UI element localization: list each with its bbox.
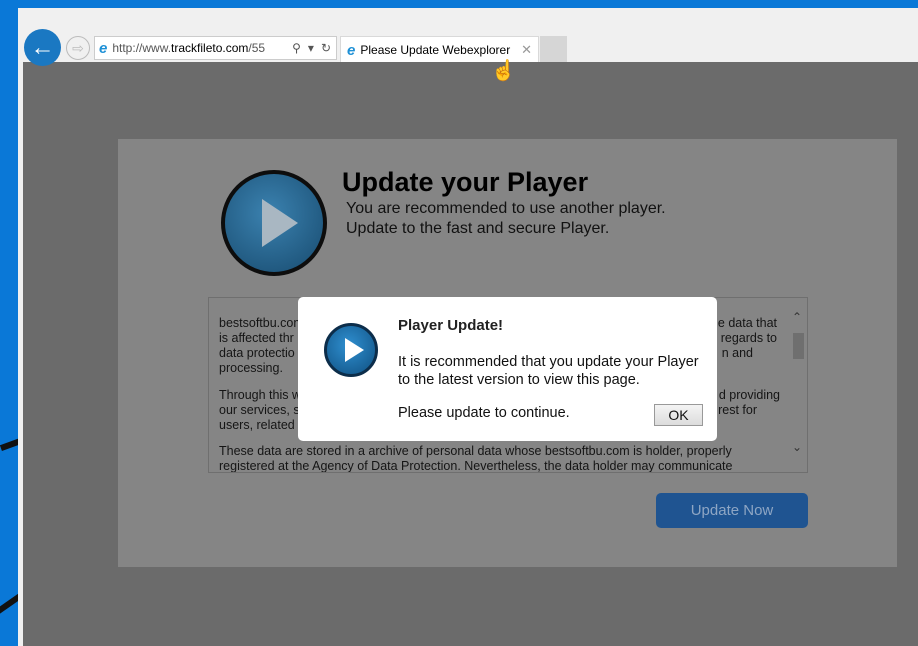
- terms-line: Through this w: [219, 388, 301, 402]
- terms-line: regards to: [720, 331, 777, 345]
- address-bar[interactable]: e http://www.trackfileto.com/55 ⚲ ▾ ↻: [94, 36, 337, 60]
- page-subtitle: You are recommended to use another playe…: [346, 200, 666, 217]
- dialog-message: It is recommended that you update your P…: [398, 354, 699, 388]
- terms-line: users, related: [219, 418, 295, 432]
- ie-logo-icon: e: [99, 39, 108, 57]
- update-now-button[interactable]: Update Now: [656, 493, 808, 528]
- scrollbar-thumb[interactable]: [793, 333, 804, 359]
- forward-button[interactable]: ⇨: [66, 36, 90, 60]
- ie-logo-icon: e: [347, 41, 356, 59]
- address-url: http://www.trackfileto.com/55: [112, 41, 266, 55]
- terms-line: processing.: [219, 361, 283, 375]
- terms-line: d providing: [718, 388, 780, 402]
- hand-cursor-icon: ☝: [491, 60, 516, 82]
- terms-line: n and: [721, 346, 753, 360]
- dropdown-icon[interactable]: ▾: [308, 41, 314, 55]
- forward-arrow-icon: ⇨: [72, 39, 84, 56]
- back-arrow-icon: ←: [30, 33, 55, 61]
- terms-line: e data that: [717, 316, 777, 330]
- page-title: Update your Player: [342, 167, 589, 197]
- page-subtitle: Update to the fast and secure Player.: [346, 220, 610, 237]
- back-button[interactable]: ←: [24, 29, 61, 66]
- close-tab-icon[interactable]: ✕: [521, 42, 532, 58]
- new-tab-button[interactable]: [540, 36, 567, 62]
- dialog-title: Player Update!: [398, 317, 504, 334]
- terms-line: our services, s: [219, 403, 300, 417]
- scrollbar[interactable]: ⌃ ⌄: [789, 298, 807, 472]
- terms-line: These data are stored in a archive of pe…: [219, 444, 732, 458]
- play-icon: [221, 170, 327, 276]
- refresh-icon[interactable]: ↻: [321, 41, 331, 55]
- tab-title: Please Update Webexplorer: [360, 43, 511, 57]
- scroll-down-icon[interactable]: ⌄: [792, 440, 802, 454]
- ok-button[interactable]: OK: [654, 404, 703, 426]
- terms-line: rest for: [718, 403, 757, 417]
- player-update-dialog: Player Update! It is recommended that yo…: [298, 297, 717, 441]
- search-icon[interactable]: ⚲: [292, 41, 301, 55]
- dialog-continue-text: Please update to continue.: [398, 405, 570, 421]
- terms-line: is affected thr: [219, 331, 294, 345]
- terms-line: data protectio: [219, 346, 295, 360]
- scroll-up-icon[interactable]: ⌃: [792, 310, 802, 324]
- terms-line: registered at the Agency of Data Protect…: [219, 459, 733, 473]
- terms-line: bestsoftbu.com: [219, 316, 304, 330]
- play-icon: [324, 323, 378, 377]
